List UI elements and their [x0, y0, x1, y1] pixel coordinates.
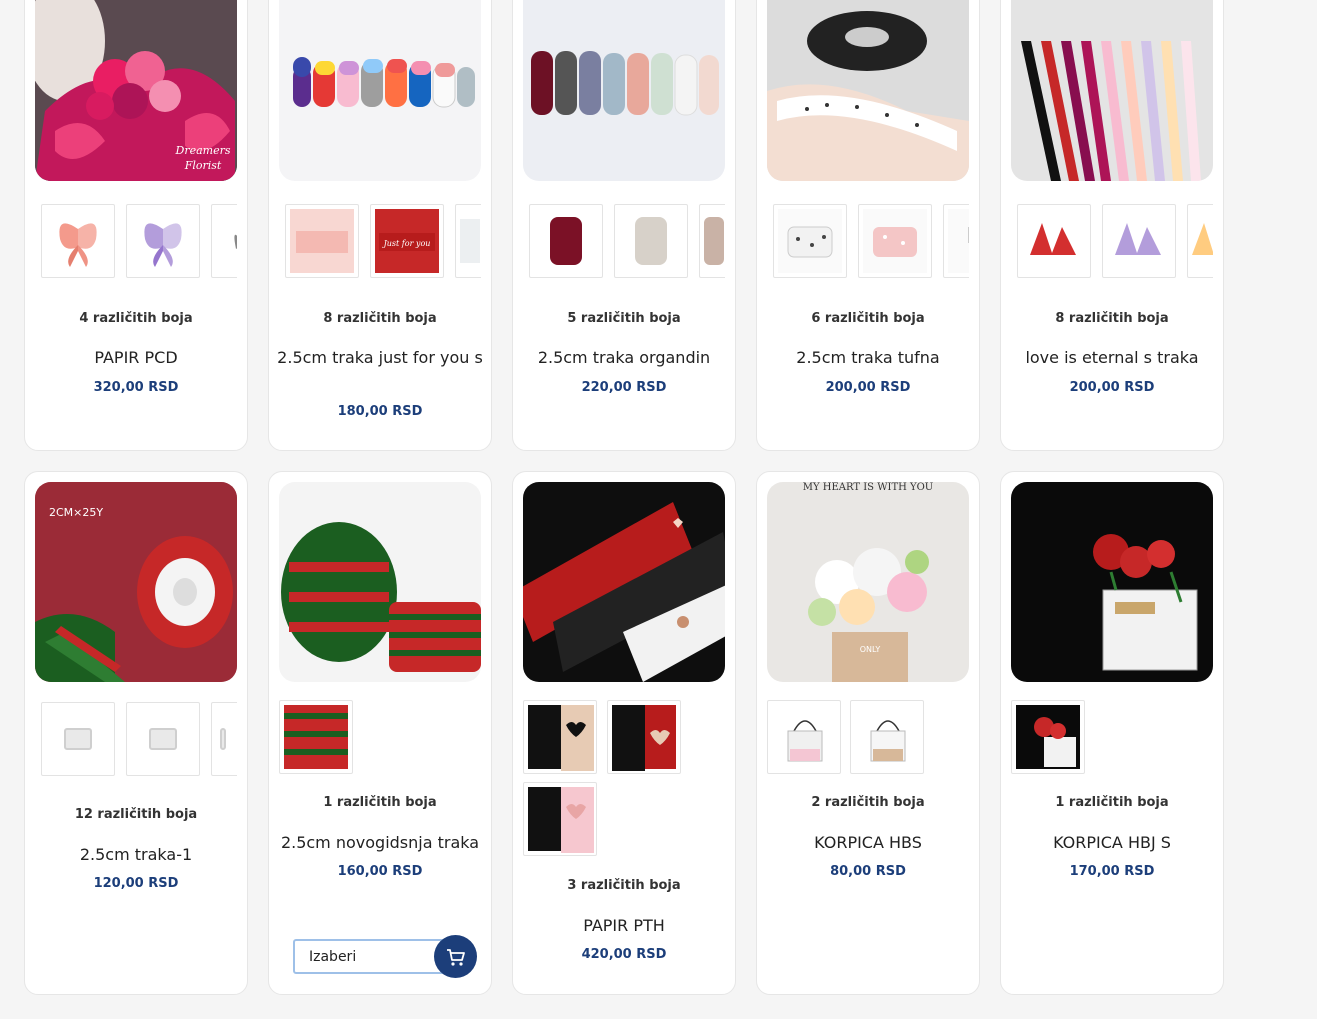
product-title[interactable]: 2.5cm traka-1	[33, 843, 239, 867]
swatch[interactable]	[1017, 204, 1091, 278]
product-price: 180,00 RSD	[337, 404, 423, 419]
product-title[interactable]: KORPICA HBS	[765, 831, 971, 855]
color-count: 12 različitih boja	[74, 807, 198, 822]
swatch[interactable]	[773, 204, 847, 278]
product-card[interactable]: Just for you 8 različitih boja 2.5cm tra…	[268, 0, 492, 451]
product-image[interactable]	[279, 0, 481, 181]
swatch[interactable]	[41, 204, 115, 278]
swatch[interactable]	[943, 204, 969, 278]
product-card[interactable]: 5 različitih boja 2.5cm traka organdin 2…	[512, 0, 736, 451]
product-card[interactable]: 1 različitih boja 2.5cm novogidsnja trak…	[268, 471, 492, 995]
product-card[interactable]: 2CM×25Y 12 različitih boja 2.5cm traka-1…	[24, 471, 248, 995]
product-price: 420,00 RSD	[581, 947, 667, 962]
product-price: 200,00 RSD	[825, 380, 911, 395]
color-count: 3 različitih boja	[567, 878, 681, 893]
swatch[interactable]	[211, 204, 237, 278]
color-count: 1 različitih boja	[323, 795, 437, 810]
color-swatches: Just for you	[279, 204, 481, 280]
svg-text:Dreamers: Dreamers	[175, 144, 231, 157]
product-image[interactable]	[279, 482, 481, 682]
swatch[interactable]	[126, 702, 200, 776]
product-price: 120,00 RSD	[93, 876, 179, 891]
product-image[interactable]: 2CM×25Y	[35, 482, 237, 682]
product-image[interactable]	[767, 0, 969, 181]
product-image[interactable]	[1011, 0, 1213, 181]
product-card[interactable]: 6 različitih boja 2.5cm traka tufna 200,…	[756, 0, 980, 451]
svg-text:MY HEART IS WITH YOU: MY HEART IS WITH YOU	[803, 482, 933, 493]
swatch[interactable]	[850, 700, 924, 774]
product-card[interactable]: Dreamers Florist 4 različitih boja PAPIR…	[24, 0, 248, 451]
color-count: 8 različitih boja	[323, 311, 437, 326]
swatch[interactable]	[614, 204, 688, 278]
product-card[interactable]: 1 različitih boja KORPICA HBJ S 170,00 R…	[1000, 471, 1224, 995]
swatch[interactable]	[699, 204, 725, 278]
color-count: 8 različitih boja	[1055, 311, 1169, 326]
product-card[interactable]: 8 različitih boja love is eternal s trak…	[1000, 0, 1224, 451]
color-swatches	[1011, 700, 1213, 776]
swatch[interactable]	[1011, 700, 1085, 774]
swatch[interactable]	[279, 700, 353, 774]
product-card[interactable]: 3 različitih boja PAPIR PTH 420,00 RSD	[512, 471, 736, 995]
swatch[interactable]	[523, 700, 597, 774]
color-swatches	[1011, 204, 1213, 280]
swatch[interactable]	[211, 702, 237, 776]
swatch[interactable]	[285, 204, 359, 278]
color-swatches	[523, 700, 725, 860]
color-swatches	[35, 204, 237, 280]
color-swatches	[523, 204, 725, 280]
product-price: 170,00 RSD	[1069, 864, 1155, 879]
product-title[interactable]: PAPIR PCD	[33, 346, 239, 370]
color-swatches	[279, 700, 481, 776]
swatch[interactable]	[1187, 204, 1213, 278]
swatch[interactable]: Just for you	[370, 204, 444, 278]
color-swatches	[35, 702, 237, 778]
svg-text:ONLY: ONLY	[860, 645, 881, 654]
color-count: 2 različitih boja	[811, 795, 925, 810]
swatch[interactable]	[767, 700, 841, 774]
product-title[interactable]: 2.5cm novogidsnja traka	[277, 831, 483, 855]
product-card[interactable]: MY HEART IS WITH YOU ONLY 2 različitih b…	[756, 471, 980, 995]
color-count: 5 različitih boja	[567, 311, 681, 326]
variant-select[interactable]: Izaberi	[293, 939, 453, 974]
product-title[interactable]: 2.5cm traka just for you s	[277, 346, 483, 370]
product-price: 320,00 RSD	[93, 380, 179, 395]
product-image[interactable]	[523, 482, 725, 682]
swatch[interactable]	[455, 204, 481, 278]
color-count: 1 različitih boja	[1055, 795, 1169, 810]
color-count: 4 različitih boja	[79, 311, 193, 326]
svg-text:Florist: Florist	[184, 159, 222, 172]
swatch[interactable]	[607, 700, 681, 774]
swatch[interactable]	[126, 204, 200, 278]
swatch[interactable]	[1102, 204, 1176, 278]
add-to-cart-button[interactable]	[434, 935, 477, 978]
product-title[interactable]: 2.5cm traka organdin	[521, 346, 727, 370]
swatch[interactable]	[523, 782, 597, 856]
product-price: 220,00 RSD	[581, 380, 667, 395]
product-price: 200,00 RSD	[1069, 380, 1155, 395]
svg-text:2CM×25Y: 2CM×25Y	[49, 506, 103, 519]
product-title[interactable]: 2.5cm traka tufna	[765, 346, 971, 370]
product-image[interactable]	[1011, 482, 1213, 682]
product-image[interactable]	[523, 0, 725, 181]
product-price: 80,00 RSD	[830, 864, 906, 879]
product-title[interactable]: love is eternal s traka	[1009, 346, 1215, 370]
cart-icon	[447, 949, 465, 966]
product-image[interactable]: Dreamers Florist	[35, 0, 237, 181]
svg-text:Just for you: Just for you	[382, 239, 431, 248]
color-swatches	[767, 700, 969, 776]
swatch[interactable]	[41, 702, 115, 776]
swatch[interactable]	[529, 204, 603, 278]
product-grid: Dreamers Florist 4 različitih boja PAPIR…	[0, 0, 1317, 1019]
product-title[interactable]: PAPIR PTH	[521, 914, 727, 938]
product-title[interactable]: KORPICA HBJ S	[1009, 831, 1215, 855]
swatch[interactable]	[858, 204, 932, 278]
color-swatches	[767, 204, 969, 280]
color-count: 6 različitih boja	[811, 311, 925, 326]
product-price: 160,00 RSD	[337, 864, 423, 879]
product-image[interactable]: MY HEART IS WITH YOU ONLY	[767, 482, 969, 682]
